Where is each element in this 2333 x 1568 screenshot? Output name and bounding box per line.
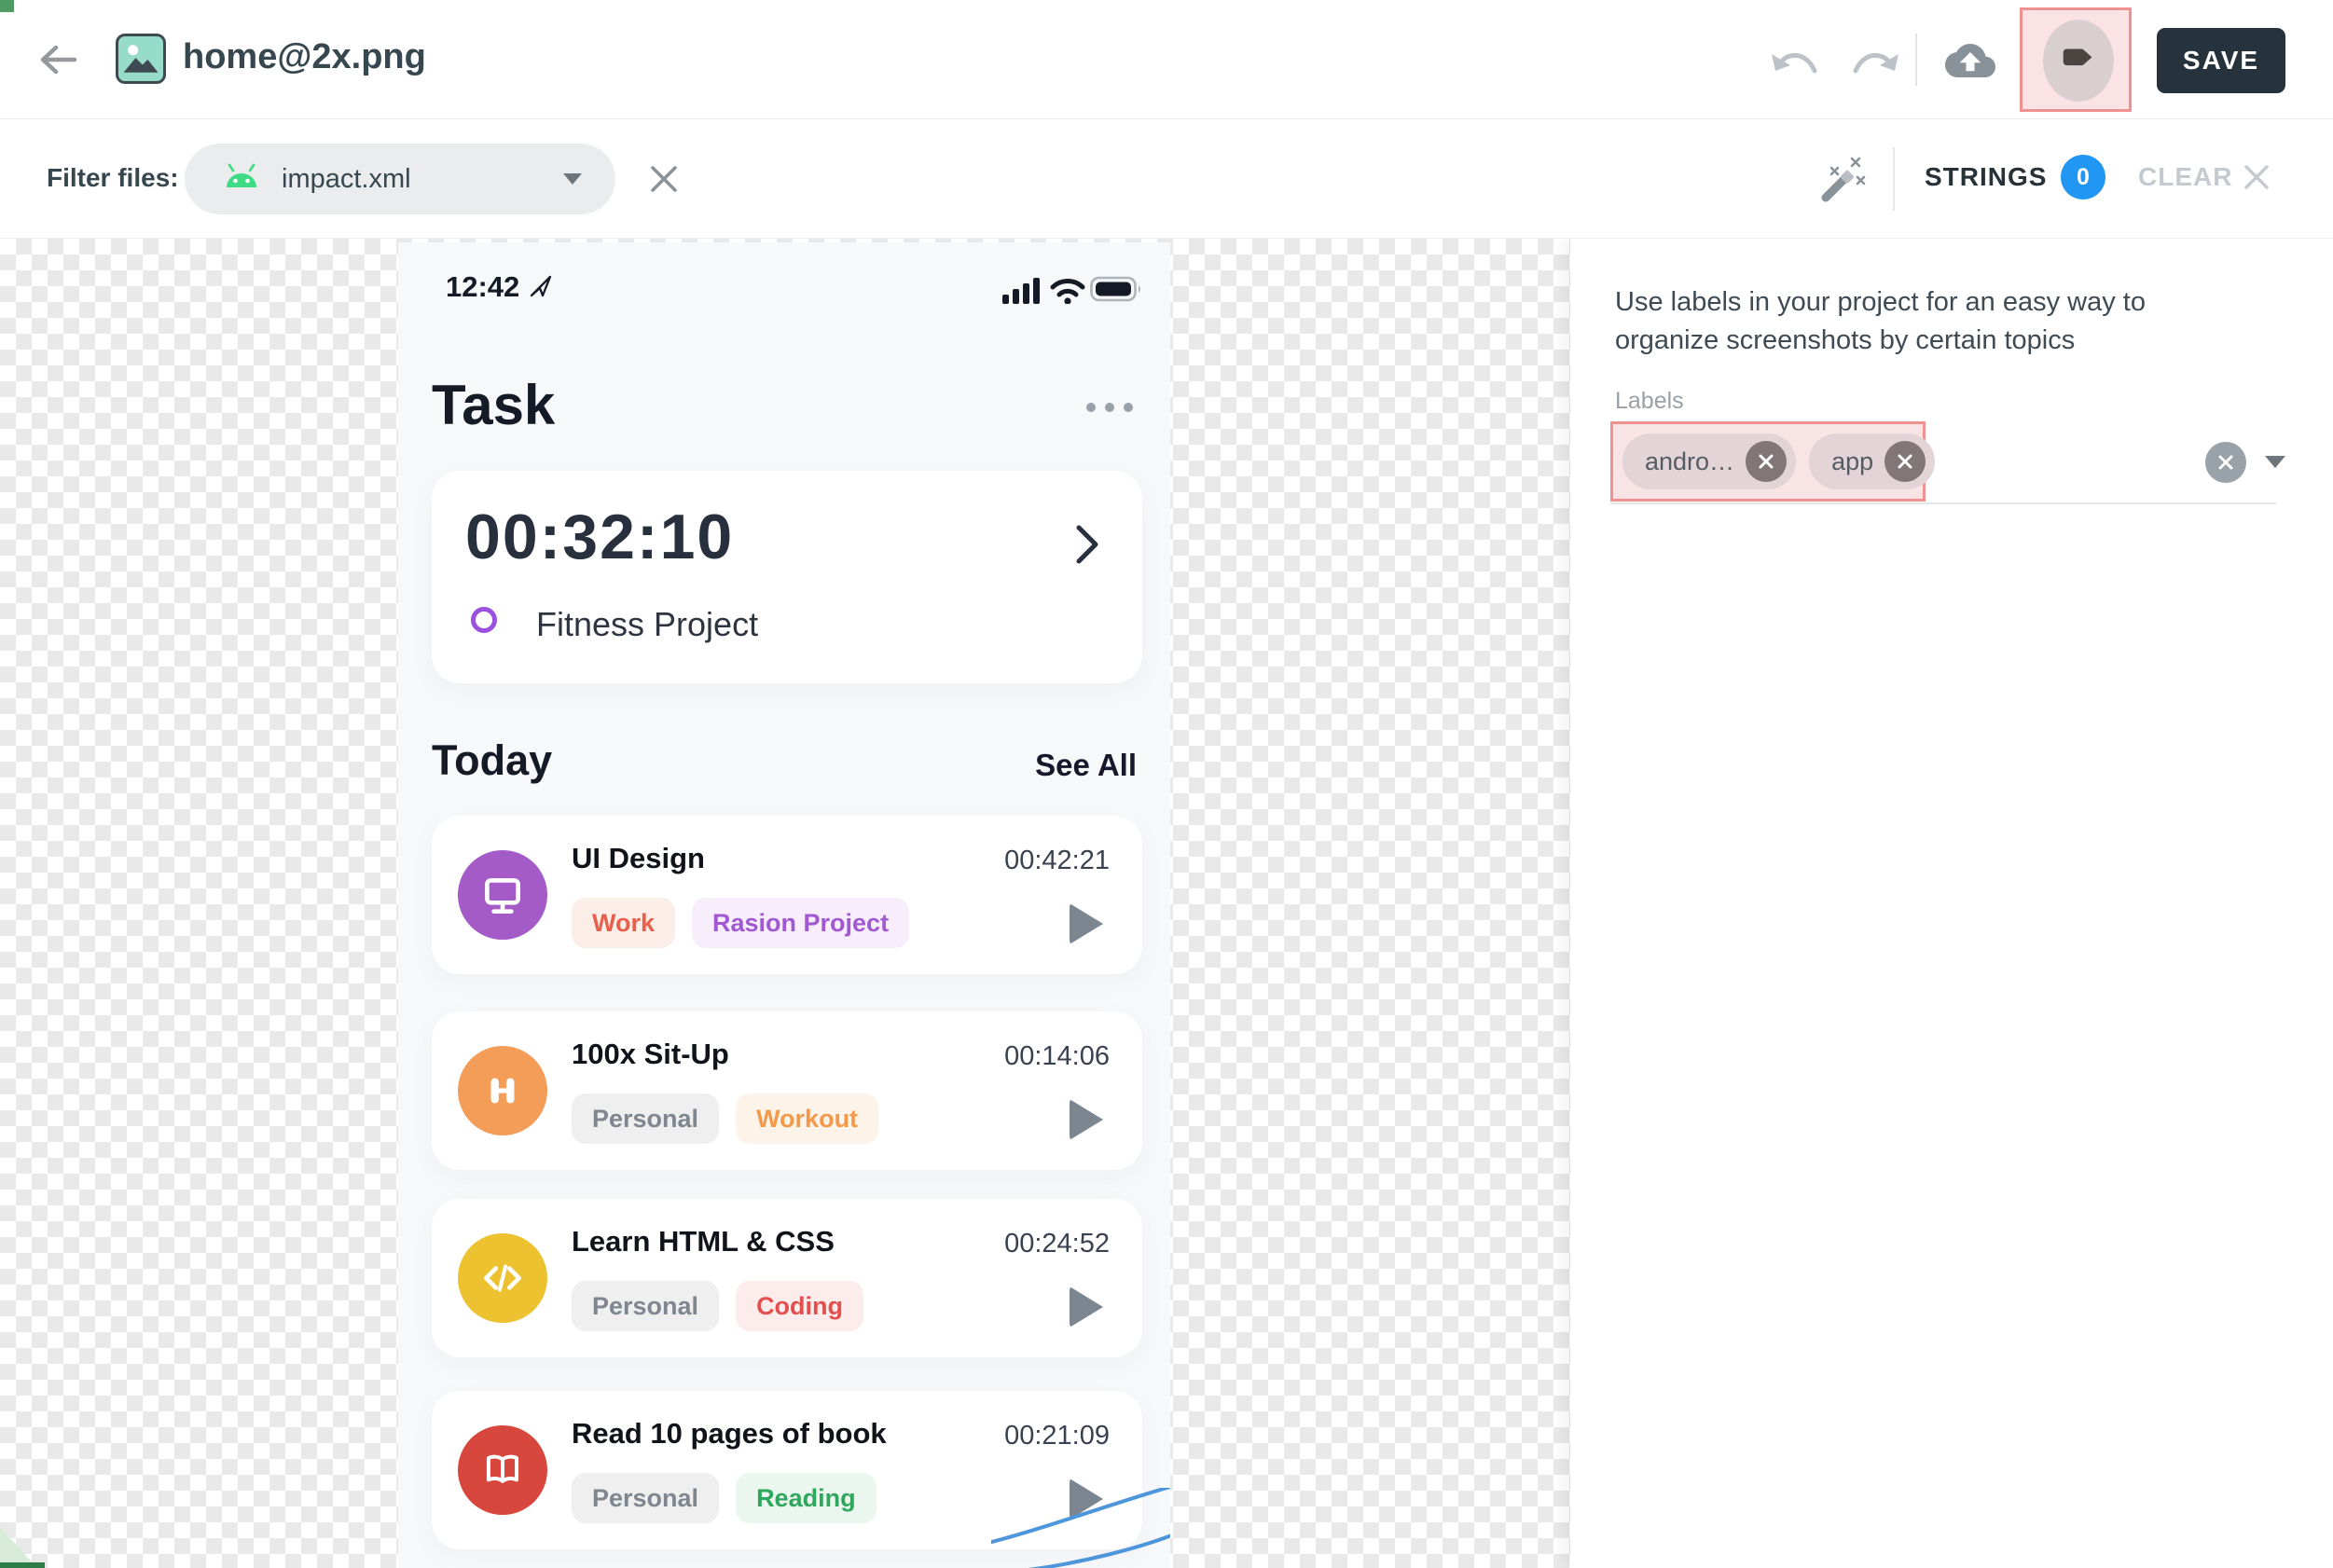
labels-description: Use labels in your project for an easy w… [1615, 283, 2249, 360]
save-button[interactable]: SAVE [2157, 28, 2285, 93]
label-chip[interactable]: app [1809, 433, 1935, 489]
task-tag: Personal [572, 1473, 719, 1523]
corner-artifact [0, 1562, 45, 1568]
task-name: UI Design [572, 842, 705, 875]
labels-field-underline [1610, 502, 2276, 504]
task-time: 00:14:06 [1004, 1041, 1110, 1072]
task-tag: Personal [572, 1093, 719, 1144]
task-name: 100x Sit-Up [572, 1038, 729, 1071]
strings-count-badge: 0 [2061, 155, 2105, 199]
labels-field-caption: Labels [1615, 388, 1684, 415]
chevron-down-icon [563, 173, 582, 185]
task-name: Learn HTML & CSS [572, 1225, 835, 1259]
decorative-blue-curve [991, 1488, 1170, 1568]
back-arrow-icon[interactable] [35, 37, 82, 82]
task-tag: Personal [572, 1281, 719, 1331]
timer-project-name: Fitness Project [536, 605, 758, 644]
labels-dropdown-caret-icon[interactable] [2265, 456, 2285, 468]
status-bar-time: 12:42 [446, 270, 519, 304]
cellular-signal-icon [1002, 276, 1042, 309]
task-tag: Reading [736, 1473, 877, 1523]
chevron-right-icon [1073, 523, 1101, 571]
today-heading: Today [432, 736, 552, 785]
label-tool-highlight-box [2020, 7, 2132, 112]
task-tag: Coding [736, 1281, 863, 1331]
corner-artifact [0, 0, 14, 12]
wifi-icon [1049, 276, 1086, 309]
battery-icon [1090, 276, 1144, 307]
more-options-icon [1086, 403, 1133, 412]
screenshot-phone-image: 12:42 Task 00:32:10 Fitness Project Toda… [398, 242, 1170, 1568]
clear-strings-x-icon[interactable] [2240, 160, 2273, 194]
android-icon [222, 163, 261, 196]
image-canvas[interactable]: 12:42 Task 00:32:10 Fitness Project Toda… [0, 239, 1570, 1568]
file-filter-select[interactable]: impact.xml [185, 144, 615, 214]
image-file-icon [116, 34, 166, 84]
phone-screen-title: Task [432, 373, 555, 437]
project-ring-icon [471, 607, 497, 633]
play-icon [1070, 1099, 1103, 1140]
task-row: Learn HTML & CSS Personal Coding 00:24:5… [432, 1199, 1142, 1357]
task-row: UI Design Work Rasion Project 00:42:21 [432, 816, 1142, 974]
filterbar-divider [1893, 147, 1895, 211]
task-time: 00:24:52 [1004, 1229, 1110, 1259]
see-all-link: See All [1035, 748, 1137, 783]
timer-value: 00:32:10 [465, 501, 734, 573]
task-time: 00:42:21 [1004, 846, 1110, 876]
selected-file-name: impact.xml [282, 164, 411, 195]
dumbbell-icon [458, 1046, 547, 1135]
code-icon [458, 1233, 547, 1323]
play-icon [1070, 903, 1103, 944]
filter-files-label: Filter files: [47, 163, 179, 193]
task-tag: Work [572, 898, 675, 948]
timer-card: 00:32:10 Fitness Project [432, 471, 1142, 683]
task-name: Read 10 pages of book [572, 1417, 887, 1451]
task-row: 100x Sit-Up Personal Workout 00:14:06 [432, 1011, 1142, 1170]
cloud-upload-icon[interactable] [1943, 35, 1997, 86]
top-toolbar: home@2x.png SAVE [0, 0, 2333, 119]
document-title: home@2x.png [183, 37, 426, 77]
remove-chip-icon[interactable] [1746, 441, 1787, 482]
labels-chips-highlight-box[interactable]: andro… app [1610, 421, 1926, 502]
task-tag: Workout [736, 1093, 878, 1144]
clear-strings-button[interactable]: CLEAR [2138, 162, 2232, 192]
clear-all-labels-icon[interactable] [2205, 442, 2246, 483]
undo-icon[interactable] [1770, 45, 1822, 82]
location-arrow-icon [529, 274, 553, 303]
task-tag: Rasion Project [692, 898, 909, 948]
clear-file-filter-icon[interactable] [645, 160, 683, 198]
label-chip-text: app [1831, 447, 1873, 476]
label-chip-text: andro… [1645, 447, 1734, 476]
filter-bar: Filter files: impact.xml STRINGS 0 CLEAR [0, 119, 2333, 239]
label-chip[interactable]: andro… [1622, 433, 1796, 489]
label-tag-icon[interactable] [2043, 20, 2114, 102]
play-icon [1070, 1286, 1103, 1327]
redo-icon[interactable] [1848, 45, 1900, 82]
remove-chip-icon[interactable] [1884, 441, 1926, 482]
book-icon [458, 1425, 547, 1515]
labels-panel: Use labels in your project for an easy w… [1570, 239, 2333, 1568]
toolbar-divider [1915, 34, 1917, 86]
task-time: 00:21:09 [1004, 1421, 1110, 1451]
strings-label: STRINGS [1925, 162, 2047, 192]
magic-wand-icon[interactable] [1818, 153, 1867, 205]
monitor-icon [458, 850, 547, 940]
